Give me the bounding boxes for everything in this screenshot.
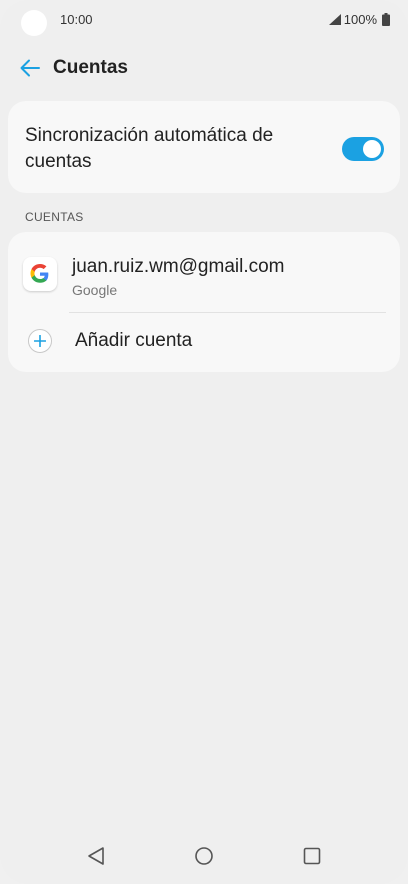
signal-icon <box>328 14 341 25</box>
add-account-label: Añadir cuenta <box>75 330 193 351</box>
status-time: 10:00 <box>60 12 93 27</box>
navigation-bar <box>0 828 408 884</box>
battery-icon <box>382 13 390 26</box>
auto-sync-card[interactable]: Sincronización automática de cuentas <box>8 101 400 193</box>
google-icon <box>23 257 57 291</box>
app-header: Cuentas <box>0 50 408 86</box>
google-logo-icon <box>30 264 49 283</box>
camera-cutout <box>21 10 47 36</box>
battery-percentage: 100% <box>343 12 377 27</box>
home-circle-icon <box>195 847 213 865</box>
accounts-card: juan.ruiz.wm@gmail.com Google Añadir cue… <box>8 232 400 372</box>
screen: 10:00 100% Cuentas Sincronización automá… <box>0 0 408 884</box>
arrow-left-icon <box>20 59 40 77</box>
toggle-knob <box>363 140 381 158</box>
plus-icon <box>28 329 52 353</box>
page-title: Cuentas <box>53 57 128 78</box>
recents-square-icon <box>303 847 321 865</box>
add-account-button[interactable]: Añadir cuenta <box>8 313 400 371</box>
nav-recents-button[interactable] <box>298 842 326 870</box>
account-email: juan.ruiz.wm@gmail.com <box>72 256 285 277</box>
auto-sync-label: Sincronización automática de cuentas <box>25 125 274 172</box>
auto-sync-toggle[interactable] <box>342 137 384 161</box>
accounts-section-header: CUENTAS <box>25 210 84 224</box>
status-indicators: 100% <box>328 12 390 27</box>
account-item-google[interactable]: juan.ruiz.wm@gmail.com Google <box>8 232 400 312</box>
back-triangle-icon <box>88 847 104 865</box>
account-type: Google <box>72 282 118 298</box>
back-button[interactable] <box>16 54 44 82</box>
status-bar: 10:00 100% <box>0 0 408 40</box>
nav-home-button[interactable] <box>190 842 218 870</box>
nav-back-button[interactable] <box>82 842 110 870</box>
